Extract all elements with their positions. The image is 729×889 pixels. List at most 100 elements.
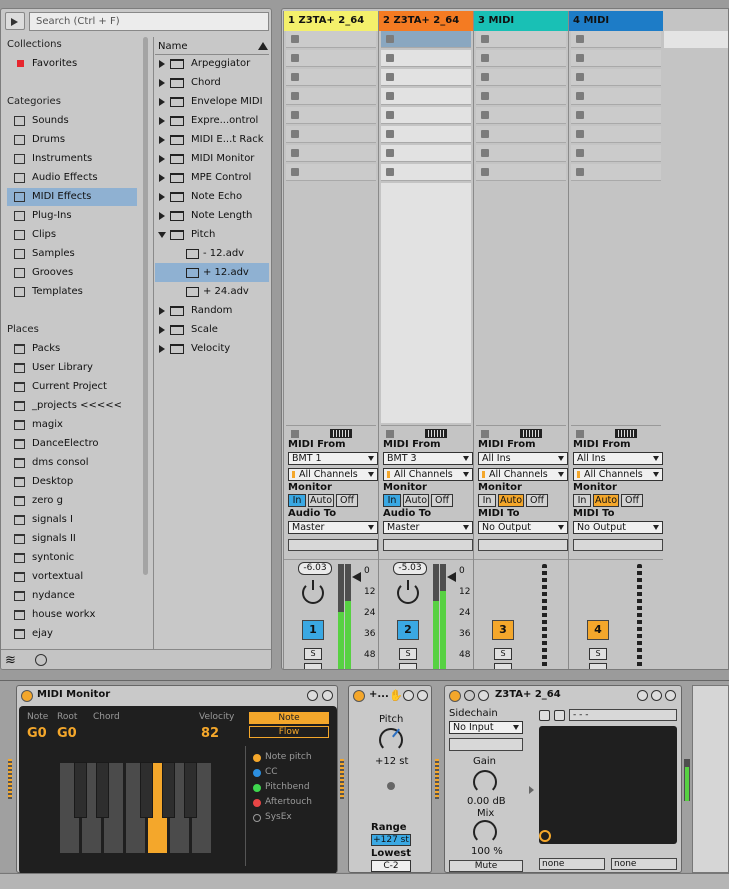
clip-stop-icon[interactable] — [576, 111, 584, 119]
category-sounds[interactable]: Sounds — [7, 112, 137, 130]
output-dropdown[interactable]: No Output — [573, 521, 663, 534]
collapsed-arrow-icon[interactable] — [159, 174, 165, 182]
monitor-off-button[interactable]: Off — [431, 494, 453, 507]
track-activator-button[interactable]: 3 — [492, 620, 514, 640]
clip-slot[interactable] — [476, 50, 566, 67]
drop-area[interactable] — [571, 183, 661, 423]
collapsed-arrow-icon[interactable] — [159, 79, 165, 87]
tree-item[interactable]: - 12.adv — [155, 244, 269, 263]
legend-label[interactable]: SysEx — [265, 812, 292, 822]
param-dropdown[interactable]: - - - — [569, 709, 677, 721]
arm-button[interactable] — [399, 663, 417, 669]
clip-slot[interactable] — [476, 107, 566, 124]
clip-slot[interactable] — [571, 107, 661, 124]
solo-button[interactable]: S — [494, 648, 512, 660]
hand-icon[interactable]: ✋ — [389, 689, 403, 702]
monitor-auto-button[interactable]: Auto — [593, 494, 619, 507]
drop-area[interactable] — [476, 183, 566, 423]
clip-stop-icon[interactable] — [576, 92, 584, 100]
clip-slot[interactable] — [571, 88, 661, 105]
fader-handle[interactable] — [352, 572, 361, 582]
legend-label[interactable]: Aftertouch — [265, 797, 312, 807]
place-item[interactable]: syntonic — [7, 549, 137, 567]
clip-stop-icon[interactable] — [576, 73, 584, 81]
clip-stop-icon[interactable] — [291, 73, 299, 81]
clip-slot[interactable] — [476, 145, 566, 162]
clip-stop-icon[interactable] — [481, 54, 489, 62]
clip-stop-icon[interactable] — [291, 54, 299, 62]
xy-handle[interactable] — [539, 830, 551, 842]
place-item[interactable]: signals II — [7, 530, 137, 548]
collapsed-arrow-icon[interactable] — [159, 60, 165, 68]
clip-slot[interactable] — [286, 107, 376, 124]
lowest-value[interactable]: C-2 — [371, 860, 411, 872]
place-item[interactable]: magix — [7, 416, 137, 434]
clip-stop-icon[interactable] — [576, 54, 584, 62]
legend-label[interactable]: CC — [265, 767, 278, 777]
channel-dropdown[interactable]: All Channels — [478, 468, 568, 481]
clip-stop-icon[interactable] — [481, 73, 489, 81]
fader-handle[interactable] — [447, 572, 456, 582]
arm-button[interactable] — [304, 663, 322, 669]
clip-slot[interactable] — [286, 50, 376, 67]
output-sub-dropdown[interactable] — [288, 539, 378, 551]
track-header[interactable]: 3 MIDI — [474, 11, 568, 31]
output-sub-dropdown[interactable] — [573, 539, 663, 551]
z3ta-wrench-icon[interactable] — [478, 690, 489, 701]
z3ta-disk-icon[interactable] — [554, 710, 565, 721]
collapsed-arrow-icon[interactable] — [159, 136, 165, 144]
clip-stop-icon[interactable] — [386, 130, 394, 138]
z3ta-lock-icon[interactable] — [539, 710, 550, 721]
pitch-save-icon[interactable] — [417, 690, 428, 701]
pitch-hotswap-icon[interactable] — [403, 690, 414, 701]
arm-button[interactable] — [589, 663, 607, 669]
monitor-auto-button[interactable]: Auto — [498, 494, 524, 507]
clip-slot[interactable] — [571, 69, 661, 86]
clip-stop-icon[interactable] — [481, 130, 489, 138]
tree-item[interactable]: Expre...ontrol — [155, 111, 269, 130]
mode-flow-button[interactable]: Flow — [249, 726, 329, 738]
clip-slot[interactable] — [286, 126, 376, 143]
expanded-arrow-icon[interactable] — [158, 232, 166, 238]
clip-slot[interactable] — [571, 164, 661, 181]
search-input[interactable]: Search (Ctrl + F) — [29, 12, 269, 31]
clip-slot[interactable] — [571, 145, 661, 162]
clip-slot[interactable] — [571, 31, 661, 48]
category-instruments[interactable]: Instruments — [7, 150, 137, 168]
favorites-item[interactable]: Favorites — [7, 55, 137, 73]
tree-item[interactable]: Envelope MIDI — [155, 92, 269, 111]
monitor-auto-button[interactable]: Auto — [403, 494, 429, 507]
clip-stop-icon[interactable] — [576, 130, 584, 138]
category-drums[interactable]: Drums — [7, 131, 137, 149]
clip-slot[interactable] — [381, 164, 471, 181]
monitor-off-button[interactable]: Off — [526, 494, 548, 507]
tree-item[interactable]: MIDI E...t Rack — [155, 130, 269, 149]
x-param-dropdown[interactable]: none — [539, 858, 605, 870]
monitor-off-button[interactable]: Off — [621, 494, 643, 507]
tree-item[interactable]: Random — [155, 301, 269, 320]
pitch-on-button[interactable] — [353, 690, 365, 702]
clip-stop-icon[interactable] — [386, 54, 394, 62]
tree-item[interactable]: + 24.adv — [155, 282, 269, 301]
category-midi-effects[interactable]: MIDI Effects — [7, 188, 137, 206]
clip-slot[interactable] — [381, 145, 471, 162]
channel-dropdown[interactable]: All Channels — [383, 468, 473, 481]
tree-item[interactable]: Scale — [155, 320, 269, 339]
mode-note-button[interactable]: Note — [249, 712, 329, 724]
collapsed-arrow-icon[interactable] — [159, 155, 165, 163]
place-item[interactable]: zero g — [7, 492, 137, 510]
tree-item[interactable]: + 12.adv — [155, 263, 269, 282]
legend-label[interactable]: Pitchbend — [265, 782, 310, 792]
clip-stop-icon[interactable] — [481, 111, 489, 119]
monitor-auto-button[interactable]: Auto — [308, 494, 334, 507]
clip-slot[interactable] — [381, 69, 471, 86]
track-header[interactable]: 4 MIDI — [569, 11, 663, 31]
xy-pad[interactable] — [539, 726, 677, 844]
pitch-knob[interactable] — [379, 728, 403, 752]
place-item[interactable]: vortextual — [7, 568, 137, 586]
tree-item[interactable]: Arpeggiator — [155, 54, 269, 73]
place-item[interactable]: signals I — [7, 511, 137, 529]
range-value[interactable]: +127 st — [371, 834, 411, 846]
clip-slot[interactable] — [381, 126, 471, 143]
place-item[interactable]: Packs — [7, 340, 137, 358]
